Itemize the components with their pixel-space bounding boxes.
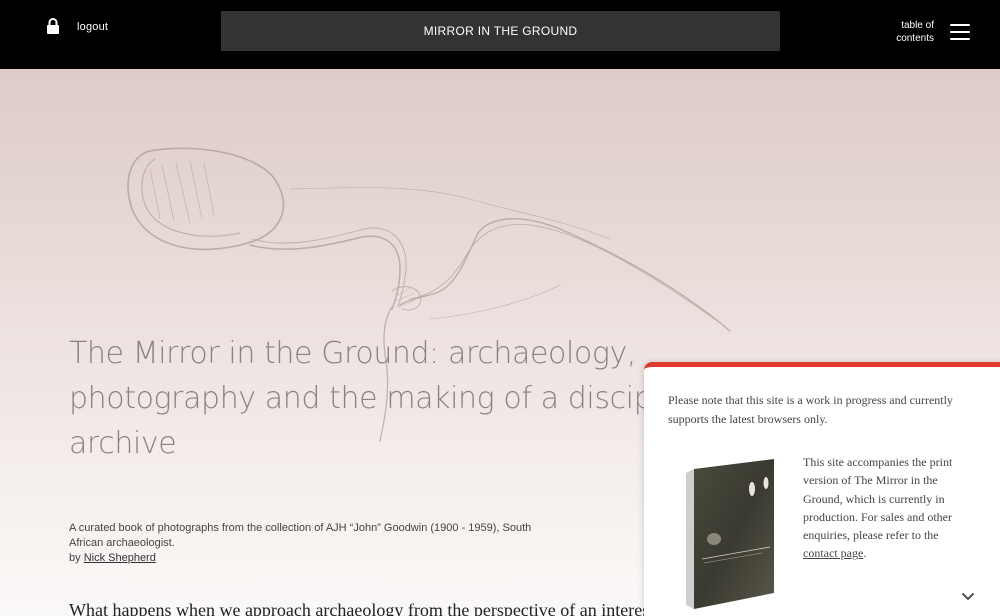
site-title: MIRROR IN THE GROUND bbox=[423, 24, 578, 38]
description-line1: A curated book of photographs from the c… bbox=[69, 522, 532, 534]
table-of-contents-button[interactable]: table of contents bbox=[892, 19, 970, 45]
contact-page-link[interactable]: contact page bbox=[803, 546, 863, 560]
author-byline: by Nick Shepherd bbox=[69, 551, 539, 566]
logout-label: logout bbox=[77, 20, 109, 33]
logout-button[interactable]: logout bbox=[46, 18, 108, 35]
print-version-notice: This site accompanies the print version … bbox=[803, 453, 973, 563]
site-notice-panel: Please note that this site is a work in … bbox=[644, 362, 1000, 616]
print-version-text: This site accompanies the print version … bbox=[803, 455, 953, 543]
site-title-bar[interactable]: MIRROR IN THE GROUND bbox=[221, 11, 780, 51]
book-cover-image bbox=[686, 459, 774, 609]
chevron-down-icon[interactable] bbox=[961, 592, 975, 602]
page-title: The Mirror in the Ground: archaeology, p… bbox=[69, 331, 735, 466]
toc-label-line2: contents bbox=[896, 33, 934, 44]
page-title-line1: The Mirror in the Ground: archaeology, bbox=[69, 336, 636, 371]
book-description: A curated book of photographs from the c… bbox=[69, 521, 539, 566]
by-label: by bbox=[69, 552, 84, 564]
page-title-line3: archive bbox=[69, 426, 177, 461]
toc-label: table of contents bbox=[892, 19, 934, 45]
print-version-text-end: . bbox=[863, 546, 867, 561]
top-navigation-bar: logout MIRROR IN THE GROUND table of con… bbox=[0, 0, 1000, 69]
author-link[interactable]: Nick Shepherd bbox=[84, 552, 156, 564]
lead-paragraph: What happens when we approach archaeolog… bbox=[69, 600, 655, 616]
hamburger-menu-icon[interactable] bbox=[950, 24, 970, 40]
browser-support-notice: Please note that this site is a work in … bbox=[668, 393, 953, 426]
description-line2: African archaeologist. bbox=[69, 537, 175, 549]
toc-label-line1: table of bbox=[901, 20, 934, 31]
lock-icon bbox=[47, 18, 59, 34]
page-title-line2: photography and the making of a discipli… bbox=[69, 381, 735, 416]
